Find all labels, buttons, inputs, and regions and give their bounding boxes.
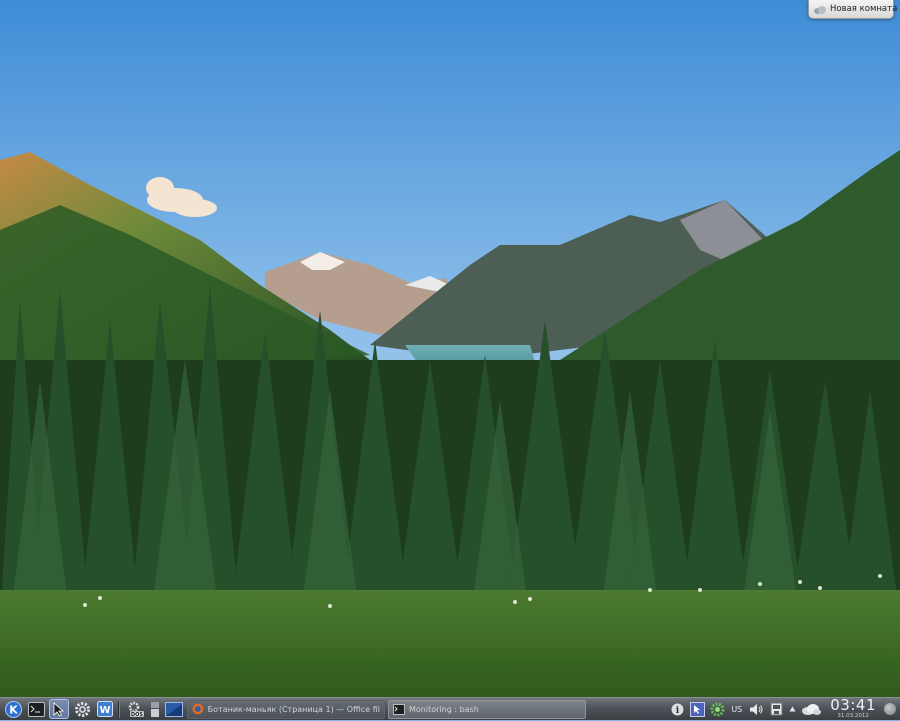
svg-text:DOS: DOS [131, 712, 143, 718]
info-button[interactable]: i [669, 701, 685, 717]
clock-date: 31.03.2012 [837, 713, 869, 720]
cloud-icon [813, 0, 827, 19]
show-desktop-button[interactable] [164, 699, 184, 719]
clock-time: 03:41 [830, 696, 876, 715]
volume-icon [749, 703, 763, 715]
word-processor-launcher[interactable]: W [95, 699, 115, 719]
firefox-icon [192, 703, 204, 715]
desktop[interactable]: Новая комната [0, 0, 900, 697]
device-launcher[interactable] [149, 699, 161, 719]
device-notifier-button[interactable] [768, 701, 784, 717]
tray-expand-button[interactable] [788, 701, 796, 717]
dos-app-launcher[interactable]: DOS [126, 699, 146, 719]
taskbar-item-terminal[interactable]: Monitoring : bash [388, 699, 586, 719]
svg-text:i: i [676, 706, 680, 716]
system-tray: i US 03:41 31.03.2012 [667, 698, 900, 721]
taskbar-item-title: Ботаник-маньяк (Страница 1) — Office fil… [207, 704, 380, 714]
bottom-panel: K W DOS Ботаник-маньяк (Страница 1) — Of… [0, 697, 900, 720]
settings-launcher[interactable] [72, 699, 92, 719]
word-processor-icon: W [97, 701, 113, 717]
info-icon: i [671, 703, 684, 716]
klipper-button[interactable] [689, 701, 705, 717]
terminal-launcher[interactable] [26, 699, 46, 719]
cursor-app-launcher[interactable] [49, 699, 69, 719]
keyboard-layout-indicator[interactable]: US [729, 701, 744, 717]
cursor-app-icon [53, 701, 65, 717]
svg-text:K: K [9, 703, 18, 716]
weather-button[interactable] [800, 701, 822, 717]
update-notifier-button[interactable] [709, 701, 725, 717]
klipper-icon [689, 701, 705, 717]
terminal-icon [27, 701, 45, 717]
settings-gear-icon [74, 701, 90, 717]
dos-app-icon: DOS [128, 701, 145, 718]
digital-clock[interactable]: 03:41 31.03.2012 [830, 698, 876, 720]
taskbar-item-title: Monitoring : bash [409, 704, 479, 714]
new-room-label: Новая комната [830, 4, 898, 14]
show-desktop-icon [165, 701, 183, 717]
terminal-icon [393, 703, 405, 715]
taskbar-item-office[interactable]: Ботаник-маньяк (Страница 1) — Office fil… [187, 699, 385, 719]
new-room-widget[interactable]: Новая комната [808, 0, 898, 19]
device-notifier-icon [770, 702, 783, 716]
panel-cashew-icon[interactable] [884, 703, 896, 715]
expand-arrow-icon [789, 706, 796, 712]
weather-cloud-icon [802, 704, 822, 715]
kde-menu-icon: K [4, 700, 22, 718]
kde-menu-button[interactable]: K [3, 699, 23, 719]
wallpaper-landscape [0, 0, 900, 697]
removable-device-icon [151, 701, 159, 717]
panel-separator [118, 700, 120, 718]
svg-text:W: W [99, 705, 110, 716]
update-gear-icon [710, 702, 725, 716]
volume-button[interactable] [748, 701, 764, 717]
